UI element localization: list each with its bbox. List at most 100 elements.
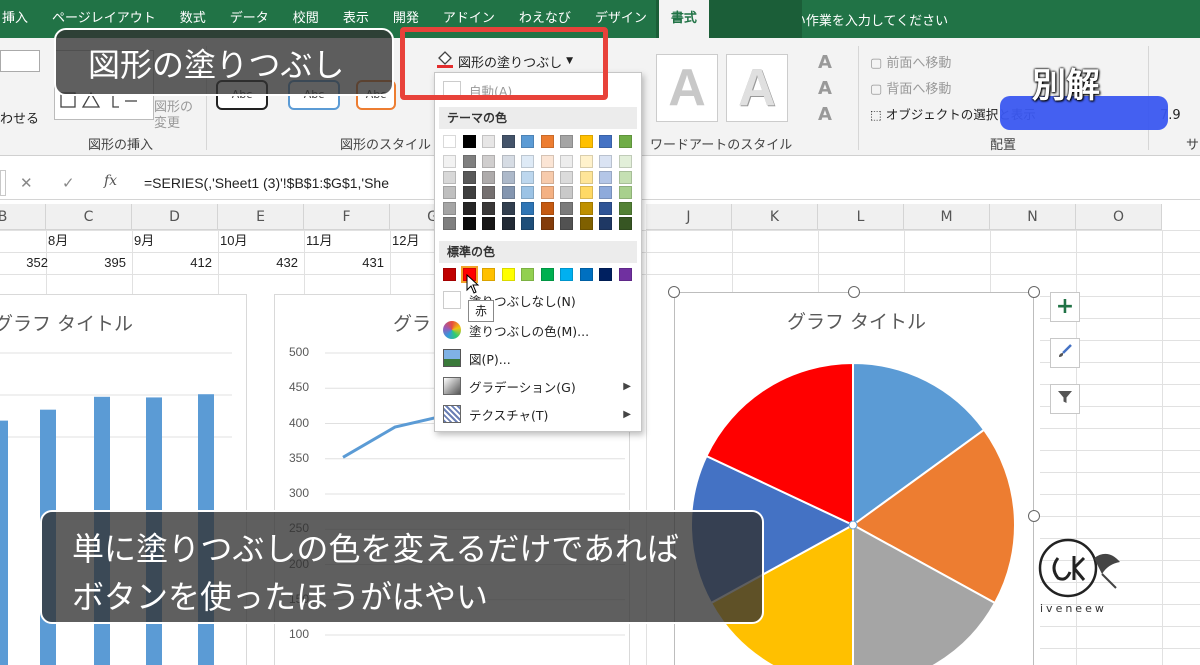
theme-shade-swatch[interactable] — [443, 155, 456, 168]
theme-shade-swatch[interactable] — [540, 186, 554, 199]
change-shape-label-2[interactable]: 変更 — [154, 112, 180, 131]
name-box[interactable] — [0, 170, 6, 196]
theme-shade-swatch[interactable] — [443, 186, 456, 199]
theme-shade-swatch[interactable] — [618, 217, 632, 230]
theme-shade-swatch[interactable] — [462, 217, 476, 230]
theme-color-swatch[interactable] — [579, 135, 593, 148]
theme-shade-swatch[interactable] — [443, 217, 456, 230]
bar-mark[interactable] — [0, 420, 8, 665]
standard-color-swatch[interactable] — [579, 268, 593, 281]
theme-shade-swatch[interactable] — [521, 155, 534, 168]
cell[interactable]: 12月 — [392, 230, 419, 252]
theme-shade-swatch[interactable] — [540, 170, 554, 184]
theme-color-swatch[interactable] — [521, 135, 534, 148]
theme-shade-swatch[interactable] — [482, 170, 495, 184]
theme-shade-swatch[interactable] — [579, 217, 593, 230]
theme-shade-swatch[interactable] — [501, 155, 515, 168]
column-header[interactable]: B — [0, 204, 46, 230]
standard-color-swatch[interactable] — [482, 268, 495, 281]
theme-shade-swatch[interactable] — [579, 170, 593, 184]
theme-color-swatch[interactable] — [443, 135, 456, 148]
theme-shade-swatch[interactable] — [482, 201, 495, 215]
cell[interactable]: 11月 — [306, 230, 333, 252]
resize-handle-right[interactable] — [1028, 510, 1040, 522]
standard-color-swatch[interactable] — [521, 268, 534, 281]
theme-shade-swatch[interactable] — [579, 155, 593, 168]
theme-shade-swatch[interactable] — [482, 186, 495, 199]
column-header[interactable]: K — [732, 204, 818, 230]
theme-shade-swatch[interactable] — [443, 170, 456, 184]
column-header[interactable]: D — [132, 204, 218, 230]
theme-shade-swatch[interactable] — [540, 217, 554, 230]
standard-color-swatch[interactable] — [618, 268, 632, 281]
insert-function-icon[interactable]: fx — [104, 173, 117, 189]
cell[interactable]: 395 — [86, 252, 126, 274]
fill-option-item[interactable]: 図(P)... — [443, 345, 637, 371]
send-backward-button[interactable]: ▢ 背面へ移動 — [870, 78, 951, 97]
theme-shade-swatch[interactable] — [521, 201, 534, 215]
theme-shade-swatch[interactable] — [540, 155, 554, 168]
cell[interactable]: 9月 — [134, 230, 154, 252]
theme-shade-swatch[interactable] — [560, 217, 573, 230]
resize-handle-top-right[interactable] — [1028, 286, 1040, 298]
column-header[interactable]: L — [818, 204, 904, 230]
chart-filters-button[interactable] — [1050, 384, 1080, 414]
theme-shade-swatch[interactable] — [482, 217, 495, 230]
theme-shade-swatch[interactable] — [540, 201, 554, 215]
line-series[interactable] — [342, 413, 448, 459]
theme-shade-swatch[interactable] — [501, 186, 515, 199]
theme-shade-swatch[interactable] — [521, 186, 534, 199]
standard-color-swatch[interactable] — [560, 268, 573, 281]
enter-icon[interactable]: ✓ — [62, 174, 75, 192]
theme-shade-swatch[interactable] — [599, 155, 612, 168]
theme-color-swatch[interactable] — [560, 135, 573, 148]
theme-shade-swatch[interactable] — [443, 201, 456, 215]
theme-shade-swatch[interactable] — [560, 155, 573, 168]
theme-shade-swatch[interactable] — [560, 201, 573, 215]
cell[interactable]: 432 — [258, 252, 298, 274]
tab-0[interactable]: 挿入 — [0, 0, 40, 38]
cell[interactable]: 412 — [172, 252, 212, 274]
theme-shade-swatch[interactable] — [618, 201, 632, 215]
theme-shade-swatch[interactable] — [579, 201, 593, 215]
text-fill-icon[interactable]: A — [818, 52, 832, 73]
resize-handle-top-left[interactable] — [668, 286, 680, 298]
theme-shade-swatch[interactable] — [618, 186, 632, 199]
combine-label[interactable]: わせる — [0, 108, 39, 127]
standard-color-swatch[interactable] — [540, 268, 554, 281]
pie-center-handle[interactable] — [848, 520, 858, 530]
fill-option-item[interactable]: グラデーション(G) ▶ — [443, 373, 637, 399]
theme-shade-swatch[interactable] — [579, 186, 593, 199]
text-outline-icon[interactable]: A — [818, 78, 832, 99]
cancel-icon[interactable]: ✕ — [20, 174, 33, 192]
theme-shade-swatch[interactable] — [462, 155, 476, 168]
column-header[interactable]: M — [904, 204, 990, 230]
column-header[interactable]: J — [646, 204, 732, 230]
theme-shade-swatch[interactable] — [462, 170, 476, 184]
theme-shade-swatch[interactable] — [462, 201, 476, 215]
theme-shade-swatch[interactable] — [618, 170, 632, 184]
theme-shade-swatch[interactable] — [501, 201, 515, 215]
theme-shade-swatch[interactable] — [618, 155, 632, 168]
tab-10[interactable]: 書式 — [658, 0, 709, 38]
theme-shade-swatch[interactable] — [560, 170, 573, 184]
theme-color-swatch[interactable] — [501, 135, 515, 148]
bring-forward-button[interactable]: ▢ 前面へ移動 — [870, 52, 951, 71]
text-effects-icon[interactable]: A — [818, 104, 832, 125]
theme-shade-swatch[interactable] — [521, 217, 534, 230]
column-header[interactable]: N — [990, 204, 1076, 230]
theme-shade-swatch[interactable] — [599, 201, 612, 215]
theme-color-swatch[interactable] — [599, 135, 612, 148]
theme-color-swatch[interactable] — [540, 135, 554, 148]
theme-shade-swatch[interactable] — [599, 170, 612, 184]
cell[interactable]: 10月 — [220, 230, 247, 252]
cell[interactable]: 8月 — [48, 230, 68, 252]
column-header[interactable]: C — [46, 204, 132, 230]
chart-styles-button[interactable] — [1050, 338, 1080, 368]
standard-color-swatch[interactable] — [443, 268, 456, 281]
standard-color-swatch[interactable] — [599, 268, 612, 281]
cell[interactable]: 431 — [344, 252, 384, 274]
theme-shade-swatch[interactable] — [599, 217, 612, 230]
fill-option-item[interactable]: テクスチャ(T) ▶ — [443, 401, 637, 427]
theme-shade-swatch[interactable] — [521, 170, 534, 184]
